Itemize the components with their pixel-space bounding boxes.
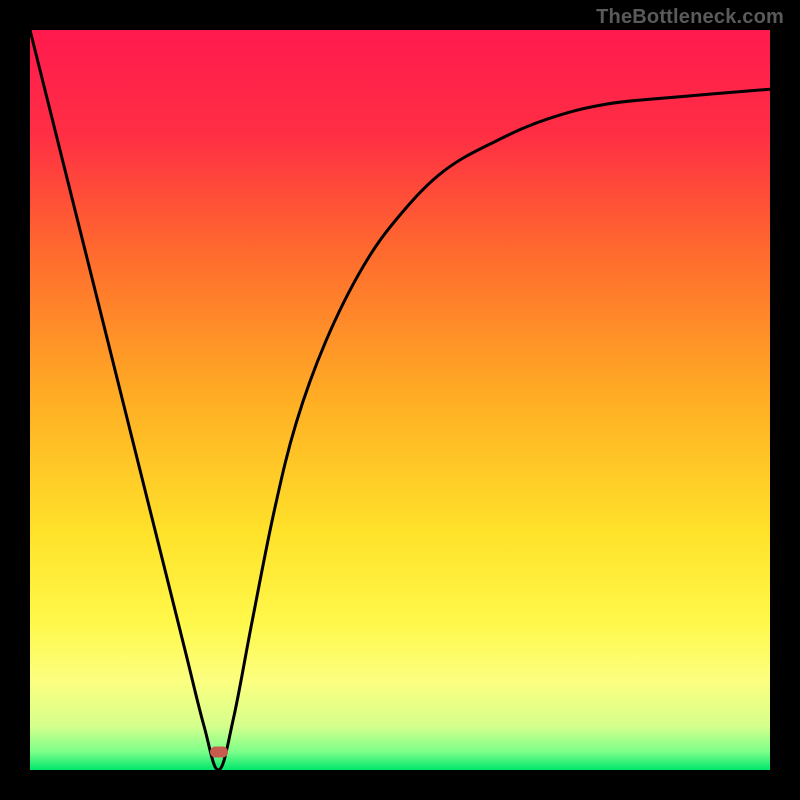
bottleneck-curve <box>30 30 770 770</box>
plot-area <box>30 30 770 770</box>
watermark-text: TheBottleneck.com <box>596 6 784 29</box>
optimal-point-marker <box>210 747 228 758</box>
